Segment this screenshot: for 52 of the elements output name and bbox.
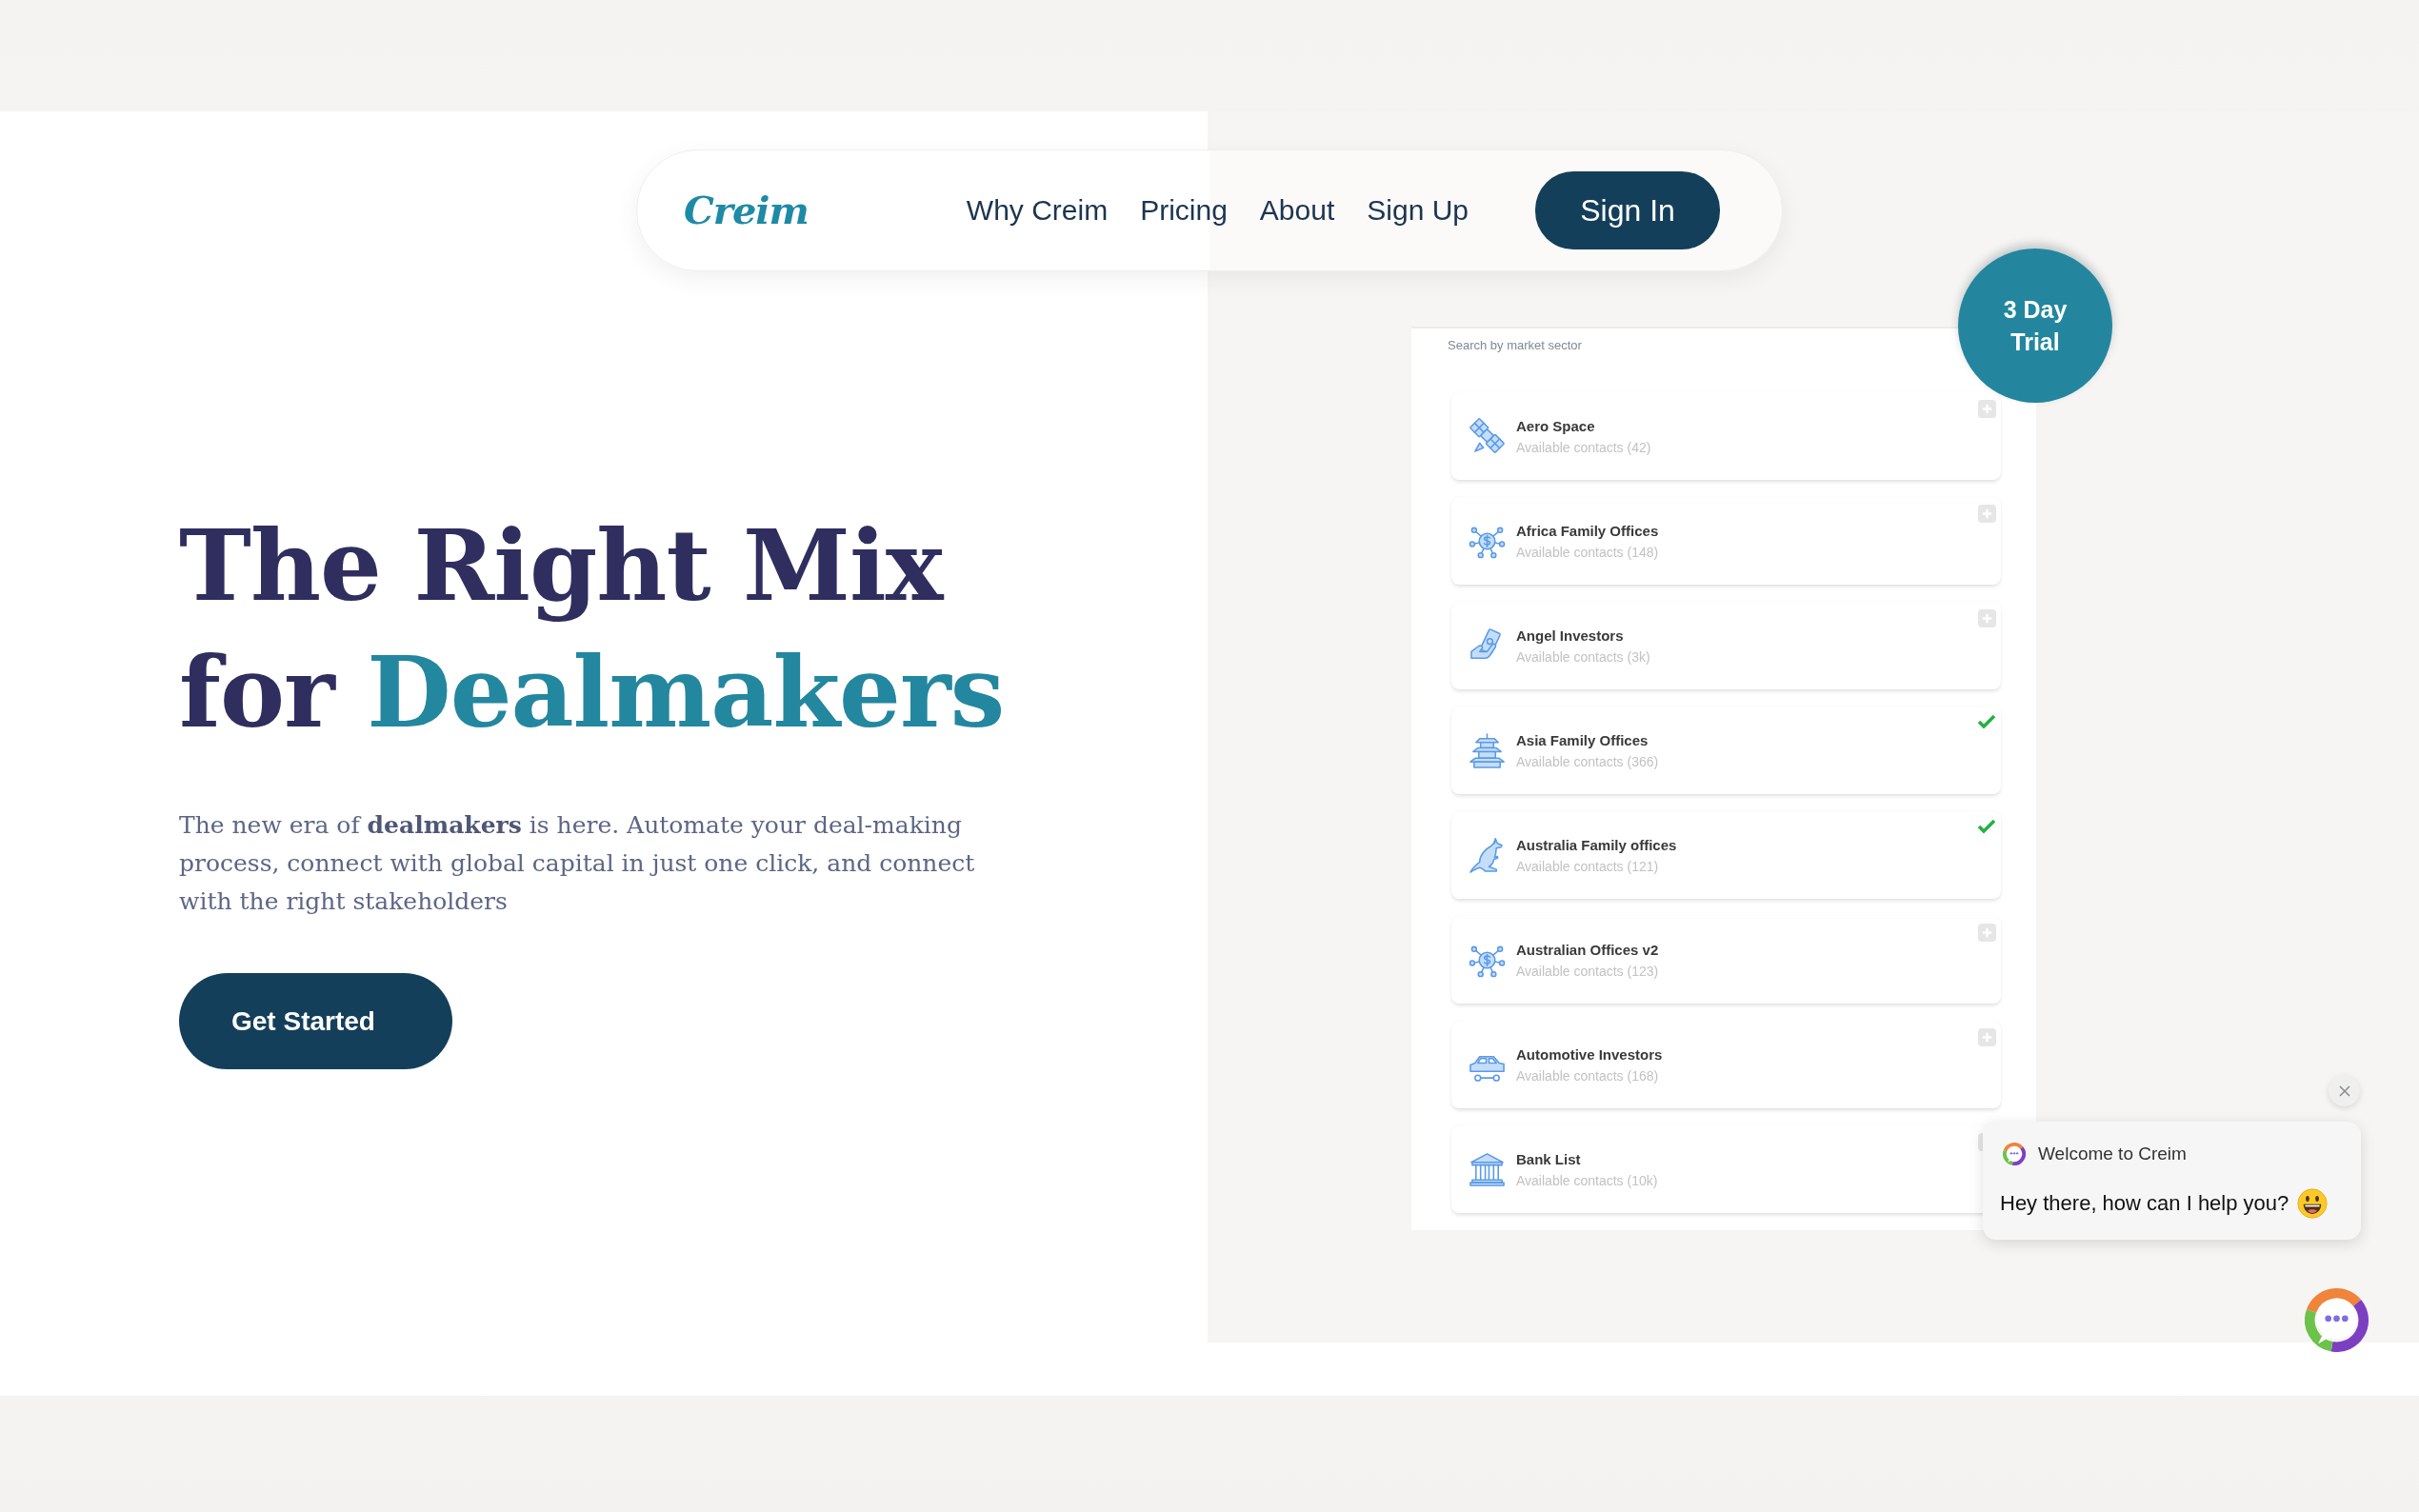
- grinning-emoji-icon: [2297, 1188, 2329, 1219]
- check-icon[interactable]: [1977, 819, 1996, 834]
- contacts-count: Available contacts (168): [1516, 1066, 1659, 1084]
- sector-card[interactable]: Asia Family Offices Available contacts (366): [1451, 706, 2001, 794]
- hero-heading: The Right Mix for Dealmakers: [179, 507, 1006, 751]
- sector-name: Bank List: [1516, 1149, 1581, 1169]
- pagoda-icon: [1469, 731, 1506, 769]
- sector-card[interactable]: Angel Investors Available contacts (3k): [1451, 602, 2001, 689]
- sector-card[interactable]: Aero Space Available contacts (42): [1451, 392, 2001, 480]
- sector-name: Africa Family Offices: [1516, 521, 1659, 541]
- sector-name: Aero Space: [1516, 416, 1595, 436]
- contacts-count: Available contacts (10k): [1516, 1171, 1658, 1189]
- sector-name: Angel Investors: [1516, 626, 1624, 646]
- satellite-icon: [1469, 417, 1506, 455]
- trial-badge: 3 Day Trial: [1958, 249, 2112, 403]
- chat-message: Hey there, how can I help you?: [2000, 1190, 2289, 1217]
- sector-name: Australia Family offices: [1516, 835, 1677, 855]
- chat-bubble-icon: [2305, 1288, 2369, 1352]
- chat-title: Welcome to Creim: [2038, 1143, 2187, 1165]
- contacts-count: Available contacts (42): [1516, 438, 1651, 456]
- get-started-button[interactable]: Get Started: [179, 973, 452, 1069]
- contacts-count: Available contacts (148): [1516, 543, 1659, 561]
- search-caption: Search by market sector: [1448, 337, 1582, 354]
- check-icon[interactable]: [1977, 714, 1996, 729]
- kangaroo-icon: [1469, 836, 1506, 874]
- chat-bubble-icon: [2003, 1143, 2026, 1165]
- close-icon: [2338, 1084, 2350, 1097]
- add-icon[interactable]: [1978, 924, 1996, 942]
- sector-name: Automotive Investors: [1516, 1044, 1663, 1064]
- site-logo[interactable]: Creim: [684, 191, 809, 229]
- sector-card[interactable]: Australian Offices v2 Available contacts (123): [1451, 916, 2001, 1004]
- sector-card[interactable]: Australia Family offices Available contacts (121): [1451, 811, 2001, 899]
- sector-name: Australian Offices v2: [1516, 940, 1659, 960]
- add-icon[interactable]: [1978, 609, 1996, 627]
- hero-description: The new era of dealmakers is here. Automate your deal-making process, connect with global capital in just one click, and connect with the right stakeholders: [179, 810, 976, 917]
- nav-link[interactable]: Sign Up: [1367, 193, 1469, 228]
- sign-in-button[interactable]: Sign In: [1535, 171, 1720, 249]
- contacts-count: Available contacts (121): [1516, 857, 1659, 875]
- sector-card[interactable]: Africa Family Offices Available contacts (148): [1451, 497, 2001, 585]
- sector-name: Asia Family Offices: [1516, 730, 1649, 750]
- contacts-count: Available contacts (366): [1516, 752, 1659, 770]
- sector-card[interactable]: Automotive Investors Available contacts (168): [1451, 1021, 2001, 1108]
- add-icon[interactable]: [1978, 505, 1996, 523]
- add-icon[interactable]: [1978, 1028, 1996, 1046]
- contacts-count: Available contacts (3k): [1516, 647, 1650, 666]
- bank-icon: [1469, 1150, 1506, 1188]
- nav-link[interactable]: Why Creim: [966, 193, 1109, 228]
- contacts-count: Available contacts (123): [1516, 962, 1659, 980]
- chat-launcher-button[interactable]: [2305, 1288, 2369, 1352]
- add-icon[interactable]: [1978, 400, 1996, 418]
- nav-link[interactable]: About: [1259, 193, 1335, 228]
- nav-link[interactable]: Pricing: [1140, 193, 1228, 228]
